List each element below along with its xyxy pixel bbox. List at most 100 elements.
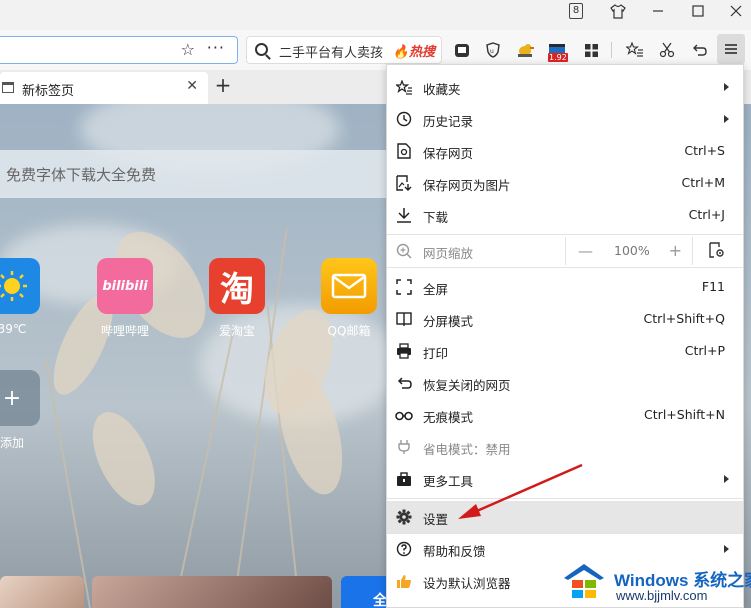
menu-item-save-as-image[interactable]: 保存网页为图片 Ctrl+M <box>387 167 743 199</box>
taobao-tile[interactable]: 淘 <box>209 258 265 314</box>
minimize-button[interactable] <box>638 0 678 22</box>
star-list-icon <box>395 78 413 96</box>
page-search-box[interactable]: 免费字体下载大全免费 <box>0 150 392 198</box>
menu-item-label: 分屏模式 <box>423 314 474 329</box>
bilibili-logo-text: bilibili <box>102 278 148 294</box>
maximize-button[interactable] <box>678 0 718 22</box>
split-screen-icon <box>395 310 413 328</box>
menu-item-settings[interactable]: 设置 <box>387 501 743 533</box>
menu-item-shortcut: Ctrl+J <box>688 207 725 222</box>
menu-item-label: 全屏 <box>423 282 449 297</box>
weather-tile-label: 39℃ <box>0 322 27 336</box>
menu-item-more-tools[interactable]: 更多工具 <box>387 463 743 495</box>
zoom-icon <box>395 242 413 260</box>
close-window-button[interactable] <box>716 0 751 22</box>
taobao-logo-text: 淘 <box>220 269 254 310</box>
menu-item-split-screen[interactable]: 分屏模式 Ctrl+Shift+Q <box>387 303 743 335</box>
menu-item-power-saving[interactable]: 省电模式：禁用 <box>387 431 743 463</box>
mail-envelope-icon <box>331 273 367 299</box>
favorites-list-icon[interactable] <box>624 39 646 61</box>
menu-item-save-page[interactable]: 保存网页 Ctrl+S <box>387 135 743 167</box>
main-menu-button[interactable] <box>717 34 745 64</box>
grass-stem <box>44 357 92 608</box>
undo-icon[interactable] <box>688 39 710 61</box>
submenu-arrow-icon <box>724 83 729 91</box>
more-dots-icon[interactable]: ··· <box>207 38 225 57</box>
zoom-value: 100% <box>614 243 650 258</box>
menu-item-fullscreen[interactable]: 全屏 F11 <box>387 271 743 303</box>
menu-item-shortcut: F11 <box>701 279 725 294</box>
power-plug-icon <box>395 438 413 456</box>
menu-item-zoom: 网页缩放 — 100% + <box>387 235 743 267</box>
menu-item-shortcut: Ctrl+M <box>681 175 726 190</box>
menu-item-label: 省电模式：禁用 <box>423 442 511 457</box>
menu-item-incognito[interactable]: 无痕模式 Ctrl+Shift+N <box>387 399 743 431</box>
weather-tile[interactable] <box>0 258 40 314</box>
submenu-arrow-icon <box>724 115 729 123</box>
apps-grid-icon[interactable] <box>580 39 602 61</box>
submenu-arrow-icon <box>724 475 729 483</box>
skin-icon[interactable] <box>598 0 638 22</box>
search-input[interactable]: 二手平台有人卖孩 <box>279 42 399 61</box>
menu-item-label: 网页缩放 <box>423 246 474 261</box>
incognito-icon <box>395 406 413 424</box>
menu-item-shortcut: Ctrl+S <box>684 143 725 158</box>
zoom-in-button[interactable]: + <box>669 241 682 260</box>
tab-count: 8 <box>569 3 583 19</box>
menu-item-label: 下载 <box>423 210 449 225</box>
gear-icon <box>395 508 413 526</box>
zoom-out-button[interactable]: — <box>578 242 593 260</box>
scissors-icon[interactable] <box>656 39 678 61</box>
search-box[interactable]: 二手平台有人卖孩 🔥热搜 <box>246 36 442 64</box>
menu-item-label: 保存网页 <box>423 146 474 161</box>
menu-item-label: 帮助和反馈 <box>423 544 486 559</box>
add-tile-label: 添加 <box>0 436 24 450</box>
watermark-url: www.bjjmlv.com <box>616 588 708 603</box>
reader-extension-icon[interactable] <box>451 39 473 61</box>
download-icon <box>395 206 413 224</box>
zoom-settings-icon[interactable] <box>709 242 725 262</box>
close-tab-icon[interactable]: ✕ <box>186 78 198 94</box>
zoom-control: — 100% + <box>565 237 693 265</box>
menu-item-downloads[interactable]: 下载 Ctrl+J <box>387 199 743 231</box>
news-card-banner[interactable]: 全 <box>341 576 391 608</box>
news-card-image[interactable] <box>0 576 84 608</box>
qqmail-tile-label: QQ邮箱 <box>327 324 371 338</box>
ublock-shield-icon[interactable]: u <box>482 39 504 61</box>
title-bar: 8 <box>0 0 751 30</box>
address-bar[interactable]: ☆ ··· <box>0 36 238 64</box>
hot-search-badge[interactable]: 🔥热搜 <box>393 41 435 60</box>
toolbar-divider <box>611 42 612 58</box>
menu-item-favorites[interactable]: 收藏夹 <box>387 71 743 103</box>
hot-search-label: 热搜 <box>408 45 435 60</box>
save-page-icon <box>395 142 413 160</box>
tab-new-tab[interactable]: 新标签页 ✕ <box>0 72 208 104</box>
new-tab-button[interactable]: + <box>212 74 234 96</box>
add-tile-button[interactable]: + <box>0 370 40 426</box>
grass-plume <box>80 402 168 515</box>
new-tab-favicon-icon <box>2 82 14 93</box>
fullscreen-icon <box>395 278 413 296</box>
menu-item-print[interactable]: 打印 Ctrl+P <box>387 335 743 367</box>
save-image-icon <box>395 174 413 192</box>
menu-item-label: 收藏夹 <box>423 82 461 97</box>
svg-text:u: u <box>490 48 494 55</box>
submenu-arrow-icon <box>724 545 729 553</box>
menu-item-label: 恢复关闭的网页 <box>423 378 511 393</box>
news-card-image[interactable] <box>92 576 332 608</box>
menu-item-shortcut: Ctrl+Shift+N <box>644 407 725 422</box>
menu-separator <box>387 498 743 499</box>
extension-badge: 1.92 <box>548 53 568 62</box>
windows-logo-icon <box>564 564 604 598</box>
bookmark-star-icon[interactable]: ☆ <box>181 40 195 59</box>
bilibili-tile[interactable]: bilibili <box>97 258 153 314</box>
duck-extension-icon[interactable] <box>514 39 536 61</box>
speed-extension-icon[interactable]: 1.92 <box>546 39 568 62</box>
tab-count-button[interactable]: 8 <box>556 0 596 22</box>
menu-item-history[interactable]: 历史记录 <box>387 103 743 135</box>
menu-item-restore-closed[interactable]: 恢复关闭的网页 <box>387 367 743 399</box>
menu-item-shortcut: Ctrl+P <box>684 343 725 358</box>
menu-item-label: 设为默认浏览器 <box>423 576 511 591</box>
taobao-tile-label: 爱淘宝 <box>218 324 255 338</box>
qqmail-tile[interactable] <box>321 258 377 314</box>
